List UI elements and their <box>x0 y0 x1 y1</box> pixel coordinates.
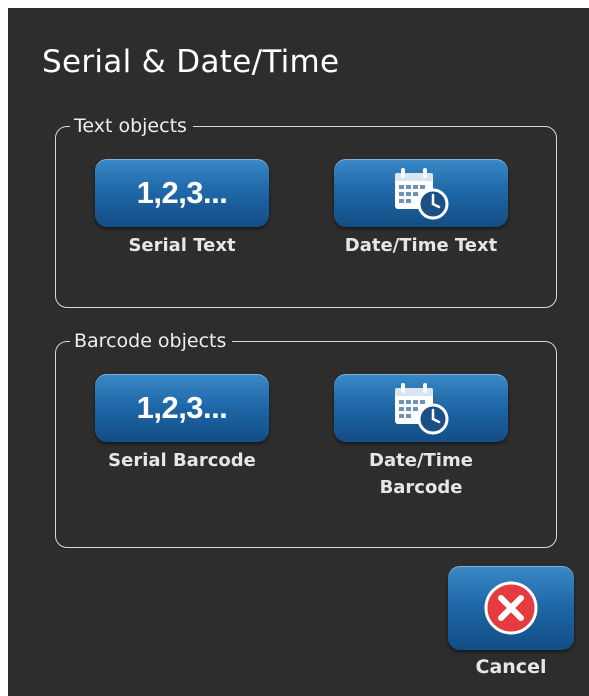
datetime-text-tile[interactable]: Date/Time Text <box>331 159 511 259</box>
datetime-barcode-button[interactable] <box>334 374 508 442</box>
serial-datetime-dialog: Serial & Date/Time Text objects 1,2,3...… <box>8 8 589 696</box>
calendar-clock-icon <box>395 383 449 435</box>
datetime-barcode-tile[interactable]: Date/Time Barcode <box>331 374 511 501</box>
serial-barcode-button[interactable]: 1,2,3... <box>95 374 269 442</box>
sequence-numbers-icon: 1,2,3... <box>136 390 228 425</box>
calendar-clock-icon <box>395 168 449 220</box>
cancel-tile[interactable]: Cancel <box>445 566 577 678</box>
cancel-label: Cancel <box>475 656 547 678</box>
cancel-button[interactable] <box>448 566 574 650</box>
datetime-text-button[interactable] <box>334 159 508 227</box>
datetime-barcode-label-line1: Date/Time <box>369 450 473 471</box>
serial-text-tile[interactable]: 1,2,3... Serial Text <box>92 159 272 259</box>
serial-barcode-tile[interactable]: 1,2,3... Serial Barcode <box>92 374 272 474</box>
serial-text-button[interactable]: 1,2,3... <box>95 159 269 227</box>
text-objects-legend: Text objects <box>70 112 193 140</box>
serial-barcode-label: Serial Barcode <box>108 450 256 471</box>
close-icon <box>484 581 538 635</box>
barcode-objects-legend: Barcode objects <box>70 327 233 355</box>
sequence-numbers-icon: 1,2,3... <box>136 175 228 210</box>
text-objects-group: Text objects 1,2,3... Serial Text Date/T… <box>55 112 557 308</box>
serial-text-label: Serial Text <box>128 235 236 256</box>
datetime-barcode-label: Date/Time Barcode <box>331 447 511 501</box>
datetime-barcode-label-line2: Barcode <box>379 477 463 498</box>
dialog-title: Serial & Date/Time <box>42 44 340 80</box>
barcode-objects-group: Barcode objects 1,2,3... Serial Barcode <box>55 327 557 548</box>
datetime-text-label: Date/Time Text <box>344 235 498 256</box>
